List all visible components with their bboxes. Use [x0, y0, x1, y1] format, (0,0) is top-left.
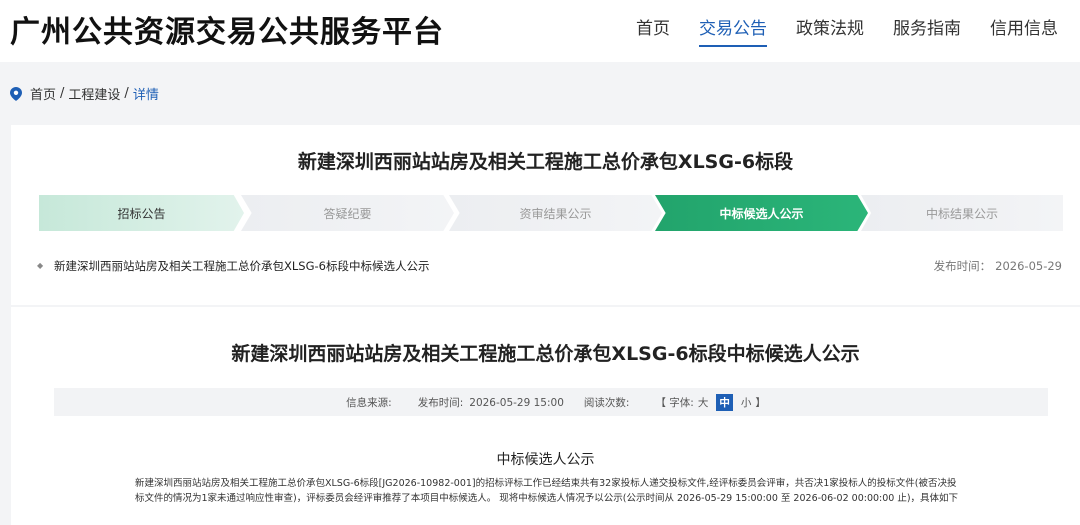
nav-item-trade-notices[interactable]: 交易公告 — [699, 14, 767, 47]
breadcrumb-home[interactable]: 首页 — [30, 84, 56, 103]
nav-item-policies[interactable]: 政策法规 — [796, 14, 864, 47]
publish-date-value: 2026-05-29 — [995, 259, 1062, 273]
font-control-open: 【 字体: — [655, 396, 694, 409]
meta-source: 信息来源: — [346, 395, 398, 410]
section-title: 中标候选人公示 — [496, 452, 595, 468]
step-label: 招标公告 — [117, 206, 166, 221]
meta-source-label: 信息来源: — [346, 396, 392, 409]
meta-publish-label: 发布时间: — [417, 396, 464, 409]
meta-views-label: 阅读次数: — [583, 396, 630, 409]
section-divider — [11, 305, 1080, 307]
step-tender-notice[interactable]: 招标公告 — [39, 195, 244, 231]
step-label: 中标结果公示 — [925, 206, 998, 221]
breadcrumb-engineering[interactable]: 工程建设 — [68, 84, 120, 103]
font-control-close: 】 — [755, 396, 766, 409]
notice-publish-date: 发布时间： 2026-05-29 — [934, 258, 1062, 274]
step-award-result[interactable]: 中标结果公示 — [861, 195, 1063, 231]
meta-publish-value: 2026-05-29 15:00 — [469, 396, 564, 409]
step-label: 资审结果公示 — [519, 206, 592, 221]
nav-item-home[interactable]: 首页 — [636, 14, 670, 47]
step-label: 答疑纪要 — [323, 206, 372, 221]
nav-item-service-guide[interactable]: 服务指南 — [893, 14, 961, 47]
nav-item-credit-info[interactable]: 信用信息 — [990, 14, 1058, 47]
article-body: 新建深圳西丽站站房及相关工程施工总价承包XLSG-6标段[JG2026-1098… — [135, 478, 959, 504]
project-title: 新建深圳西丽站站房及相关工程施工总价承包XLSG-6标段 — [297, 151, 794, 173]
location-pin-icon — [10, 86, 22, 101]
detail-card: 新建深圳西丽站站房及相关工程施工总价承包XLSG-6标段 招标公告 答疑纪要 资… — [11, 125, 1080, 525]
site-title[interactable]: 广州公共资源交易公共服务平台 — [10, 7, 444, 51]
font-size-control: 【 字体: 大 中 小 】 — [655, 393, 766, 411]
font-large-button[interactable]: 大 — [698, 395, 709, 410]
process-steps: 招标公告 答疑纪要 资审结果公示 中标候选人公示 中标结果公示 — [39, 195, 1063, 231]
breadcrumb-separator: / — [60, 86, 65, 101]
step-qualification-result[interactable]: 资审结果公示 — [449, 195, 662, 231]
step-qa-summary[interactable]: 答疑纪要 — [241, 195, 454, 231]
font-medium-button[interactable]: 中 — [716, 393, 733, 411]
notice-link[interactable]: 新建深圳西丽站站房及相关工程施工总价承包XLSG-6标段中标候选人公示 — [54, 258, 429, 274]
main-nav: 首页 交易公告 政策法规 服务指南 信用信息 — [607, 14, 1058, 47]
article-meta-bar: 信息来源: 发布时间: 2026-05-29 15:00 阅读次数: 【 字体: … — [54, 388, 1048, 416]
meta-publish-time: 发布时间: 2026-05-29 15:00 — [418, 395, 564, 410]
diamond-bullet-icon: ◆ — [37, 261, 44, 270]
breadcrumb-separator: / — [124, 86, 129, 101]
font-small-button[interactable]: 小 — [741, 395, 752, 410]
site-header: 广州公共资源交易公共服务平台 首页 交易公告 政策法规 服务指南 信用信息 — [0, 0, 1080, 62]
breadcrumb-detail: 详情 — [132, 88, 159, 103]
step-candidate-notice[interactable]: 中标候选人公示 — [655, 195, 868, 231]
publish-date-label: 发布时间： — [933, 259, 992, 273]
step-label: 中标候选人公示 — [719, 206, 804, 221]
meta-views: 阅读次数: — [584, 395, 636, 410]
article-title: 新建深圳西丽站站房及相关工程施工总价承包XLSG-6标段中标候选人公示 — [231, 343, 860, 365]
notice-list-item: ◆ 新建深圳西丽站站房及相关工程施工总价承包XLSG-6标段中标候选人公示 发布… — [37, 258, 1062, 276]
breadcrumb: 首页 / 工程建设 / 详情 — [10, 84, 159, 103]
